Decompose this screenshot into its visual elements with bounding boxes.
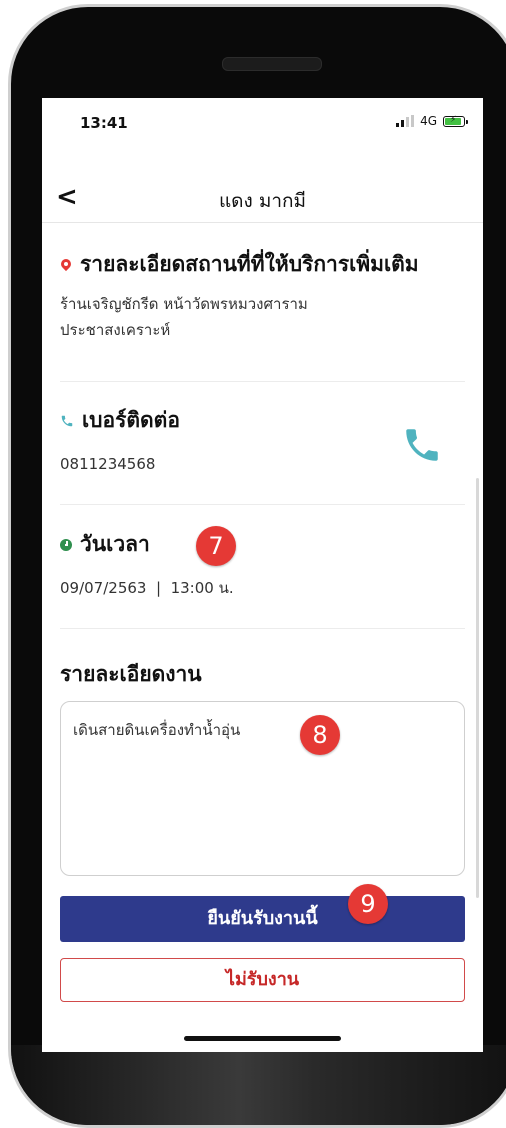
location-heading-row: รายละเอียดสถานที่ที่ให้บริการเพิ่มเติม (60, 248, 465, 281)
phone-speaker (222, 57, 322, 71)
status-indicators: 4G ⚡ (396, 114, 468, 128)
small-phone-icon (61, 415, 73, 426)
location-details: ร้านเจริญชักรีด หน้าวัดพรหมวงศาราม ประชา… (60, 291, 465, 343)
datetime-value: 09/07/2563 | 13:00 น. (60, 579, 234, 597)
job-section: รายละเอียดงาน (60, 658, 465, 691)
datetime-heading: วันเวลา (80, 532, 150, 556)
annotation-badge-7: 7 (196, 526, 236, 566)
annotation-badge-9: 9 (348, 884, 388, 924)
datetime-heading-row: วันเวลา (60, 528, 465, 561)
annotation-badge-8: 8 (300, 715, 340, 755)
contact-heading: เบอร์ติดต่อ (82, 408, 180, 432)
location-heading: รายละเอียดสถานที่ที่ให้บริการเพิ่มเติม (80, 252, 419, 276)
app-screen: 13:41 4G ⚡ < แดง มากมี รายละเอียดสถานที่… (42, 98, 483, 1052)
phone-bottom-bezel (11, 1045, 506, 1125)
datetime-section: วันเวลา 09/07/2563 | 13:00 น. (60, 528, 465, 601)
signal-icon (396, 115, 415, 127)
job-details-textarea[interactable]: เดินสายดินเครื่องทำน้ำอุ่น (60, 701, 465, 876)
status-bar: 13:41 4G ⚡ (42, 98, 483, 148)
divider (60, 381, 465, 382)
network-label: 4G (420, 114, 437, 128)
page-title: แดง มากมี (218, 190, 307, 212)
reject-job-button[interactable]: ไม่รับงาน (60, 958, 465, 1002)
location-line-1: ร้านเจริญชักรีด หน้าวัดพรหมวงศาราม (60, 295, 308, 313)
clock-icon (60, 538, 72, 551)
home-indicator[interactable] (184, 1036, 341, 1041)
nav-header: < แดง มากมี (42, 176, 483, 223)
divider (60, 504, 465, 505)
divider (60, 628, 465, 629)
job-heading: รายละเอียดงาน (60, 662, 202, 686)
battery-icon: ⚡ (443, 115, 468, 127)
status-time: 13:41 (80, 114, 128, 132)
location-line-2: ประชาสงเคราะห์ (60, 321, 171, 339)
confirm-job-button[interactable]: ยืนยันรับงานนี้ (60, 896, 465, 942)
location-section: รายละเอียดสถานที่ที่ให้บริการเพิ่มเติม ร… (60, 248, 465, 343)
call-button[interactable] (401, 424, 443, 466)
phone-icon (406, 429, 438, 461)
contact-section: เบอร์ติดต่อ 0811234568 (60, 404, 465, 504)
location-pin-icon (60, 259, 72, 271)
job-details-text: เดินสายดินเครื่องทำน้ำอุ่น (73, 721, 241, 739)
scrollbar[interactable] (476, 478, 479, 898)
